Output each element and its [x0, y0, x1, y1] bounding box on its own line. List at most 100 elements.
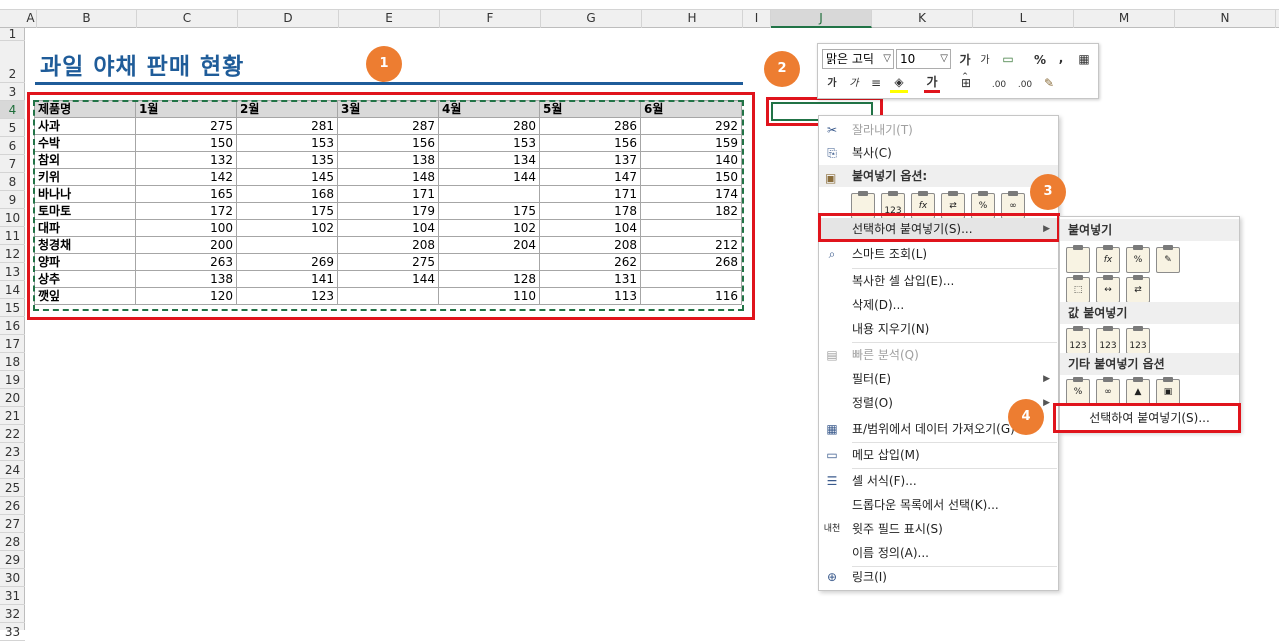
increase-decimal-button[interactable]: .00 [988, 77, 1010, 93]
font-color-button[interactable]: 가 [924, 74, 940, 93]
column-header-L[interactable]: L [973, 10, 1074, 28]
paste-all-icon[interactable] [1066, 245, 1090, 273]
row-header-21[interactable]: 21 [0, 407, 25, 425]
paste-values-number-format-icon[interactable]: 123 [1096, 326, 1120, 354]
align-center-icon[interactable]: ≡ [868, 75, 884, 91]
row-header-19[interactable]: 19 [0, 371, 25, 389]
row-header-25[interactable]: 25 [0, 479, 25, 497]
row-header-32[interactable]: 32 [0, 605, 25, 623]
row-header-33[interactable]: 33 [0, 623, 25, 641]
row-header-5[interactable]: 5 [0, 119, 25, 137]
mini-toolbar: 맑은 고딕 ▽ 10 ▽ 가^ 가 ▭ % , ▦ 가 가 ≡ ◈ 가 ⊞ .00 … [817, 43, 1099, 99]
row-header-29[interactable]: 29 [0, 551, 25, 569]
paste-formulas-number-format-icon[interactable]: % [1126, 245, 1150, 273]
row-header-20[interactable]: 20 [0, 389, 25, 407]
scissors-icon: ✂ [826, 123, 838, 137]
font-size-box[interactable]: 10 ▽ [896, 49, 951, 69]
menu-insert-copied[interactable]: 복사한 셀 삽입(E)... [819, 270, 1058, 293]
paste-linked-picture-icon[interactable]: ▣ [1156, 377, 1180, 405]
menu-delete[interactable]: 삭제(D)... [819, 294, 1058, 317]
row-header-10[interactable]: 10 [0, 209, 25, 227]
column-header-F[interactable]: F [440, 10, 541, 28]
column-header-J[interactable]: J [771, 10, 872, 28]
format-painter-icon[interactable]: ✎ [1040, 75, 1058, 91]
column-header-M[interactable]: M [1074, 10, 1175, 28]
column-header-N[interactable]: N [1175, 10, 1276, 28]
row-header-15[interactable]: 15 [0, 299, 25, 317]
shrink-font-button[interactable]: 가 [978, 53, 992, 69]
borders-icon[interactable]: ⊞ [958, 75, 974, 91]
paste-keep-source-format-icon[interactable]: ✎ [1156, 245, 1180, 273]
menu-cut[interactable]: ✂ 잘라내기(T) [819, 119, 1058, 142]
column-header-D[interactable]: D [238, 10, 339, 28]
row-header-31[interactable]: 31 [0, 587, 25, 605]
column-header-C[interactable]: C [137, 10, 238, 28]
menu-copy[interactable]: ⎘ 복사(C) [819, 142, 1058, 165]
menu-insert-comment[interactable]: ▭ 메모 삽입(M) [819, 444, 1058, 467]
row-header-18[interactable]: 18 [0, 353, 25, 371]
paste-options-header: ▣ 붙여넣기 옵션: [819, 165, 1058, 187]
font-color-label: 가 [926, 75, 938, 89]
row-header-22[interactable]: 22 [0, 425, 25, 443]
column-header-K[interactable]: K [872, 10, 973, 28]
paste-picture-icon[interactable]: ▲ [1126, 377, 1150, 405]
row-header-23[interactable]: 23 [0, 443, 25, 461]
accounting-format-icon[interactable]: ▭ [998, 51, 1018, 67]
menu-smart-lookup[interactable]: ⌕ 스마트 조회(L) [819, 243, 1058, 266]
row-header-12[interactable]: 12 [0, 245, 25, 263]
menu-pick-list[interactable]: 드롭다운 목록에서 선택(K)... [819, 494, 1058, 517]
menu-filter[interactable]: 필터(E) ▶ [819, 368, 1058, 391]
fill-color-icon[interactable]: ◈ [890, 74, 908, 93]
font-name-value: 맑은 고딕 [826, 52, 874, 66]
menu-quick-analysis[interactable]: ▤ 빠른 분석(Q) [819, 344, 1058, 367]
column-header-G[interactable]: G [541, 10, 642, 28]
paste-formulas-icon[interactable]: fx [1096, 245, 1120, 273]
paste-transpose-icon[interactable]: ⇄ [1126, 275, 1150, 303]
paste-values-icon[interactable]: 123 [1066, 326, 1090, 354]
paste-values-source-format-icon[interactable]: 123 [1126, 326, 1150, 354]
italic-button[interactable]: 가 [848, 76, 860, 92]
paste-formatting-label: % [1073, 387, 1083, 397]
column-header-E[interactable]: E [339, 10, 440, 28]
row-header-30[interactable]: 30 [0, 569, 25, 587]
menu-phonetic[interactable]: 내천 윗주 필드 표시(S) [819, 518, 1058, 541]
row-header-27[interactable]: 27 [0, 515, 25, 533]
column-header-I[interactable]: I [743, 10, 771, 28]
paste-column-widths-icon[interactable]: ↔ [1096, 275, 1120, 303]
row-header-16[interactable]: 16 [0, 317, 25, 335]
row-header-7[interactable]: 7 [0, 155, 25, 173]
decrease-decimal-button[interactable]: .00 [1014, 77, 1036, 93]
row-header-4[interactable]: 4 [0, 101, 25, 119]
row-header-26[interactable]: 26 [0, 497, 25, 515]
percent-button[interactable]: % [1032, 52, 1048, 68]
comma-button[interactable]: , [1056, 50, 1066, 66]
column-header-A[interactable]: A [25, 10, 37, 28]
sheet-title[interactable]: 과일 야채 판매 현황 [40, 47, 244, 81]
row-header-6[interactable]: 6 [0, 137, 25, 155]
column-header-B[interactable]: B [37, 10, 137, 28]
row-header-2[interactable]: 2 [0, 41, 25, 83]
copy-icon: ⎘ [827, 146, 837, 160]
row-header-14[interactable]: 14 [0, 281, 25, 299]
column-header-H[interactable]: H [642, 10, 743, 28]
row-header-8[interactable]: 8 [0, 173, 25, 191]
menu-sort-label: 정렬(O) [852, 396, 893, 410]
row-header-1[interactable]: 1 [0, 28, 25, 41]
font-name-box[interactable]: 맑은 고딕 ▽ [822, 49, 894, 69]
row-header-24[interactable]: 24 [0, 461, 25, 479]
row-header-3[interactable]: 3 [0, 83, 25, 101]
row-header-28[interactable]: 28 [0, 533, 25, 551]
menu-link[interactable]: ⊕ 링크(I) [819, 566, 1058, 589]
menu-clear[interactable]: 내용 지우기(N) [819, 318, 1058, 341]
menu-define-name[interactable]: 이름 정의(A)... [819, 542, 1058, 565]
bold-button[interactable]: 가 [826, 76, 838, 92]
format-table-icon[interactable]: ▦ [1075, 51, 1093, 67]
row-header-11[interactable]: 11 [0, 227, 25, 245]
menu-format-cells[interactable]: ☰ 셀 서식(F)... [819, 470, 1058, 493]
paste-link-icon[interactable]: ∞ [1096, 377, 1120, 405]
row-header-9[interactable]: 9 [0, 191, 25, 209]
paste-formatting-icon[interactable]: % [1066, 377, 1090, 405]
paste-no-borders-icon[interactable]: ⬚ [1066, 275, 1090, 303]
row-header-13[interactable]: 13 [0, 263, 25, 281]
row-header-17[interactable]: 17 [0, 335, 25, 353]
